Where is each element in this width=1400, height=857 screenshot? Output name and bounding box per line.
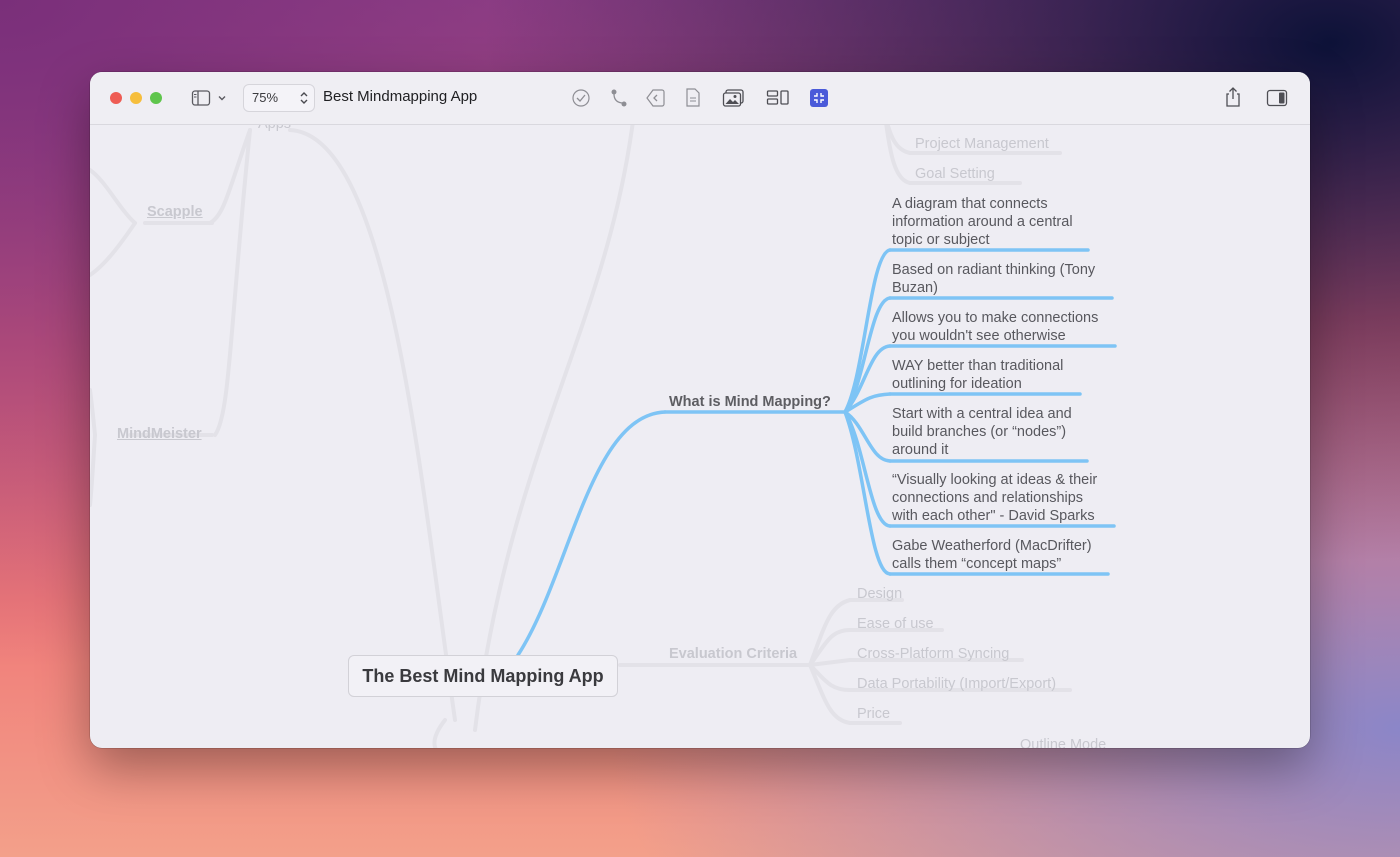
zoom-value[interactable]: 75% <box>252 90 278 105</box>
node-way-better[interactable]: WAY better than traditional outlining fo… <box>892 357 1063 393</box>
layout-icon[interactable] <box>766 88 790 108</box>
sidebar-icon[interactable] <box>191 89 211 107</box>
node-line: Gabe Weatherford (MacDrifter) <box>892 538 1092 554</box>
checkmark-icon[interactable] <box>571 88 591 108</box>
node-line: Buzan) <box>892 280 938 296</box>
node-data-portability[interactable]: Data Portability (Import/Export) <box>857 675 1056 693</box>
node-ease-of-use[interactable]: Ease of use <box>857 615 934 633</box>
collapse-icon[interactable] <box>809 88 829 108</box>
node-scapple[interactable]: Scapple <box>147 203 203 221</box>
node-line: “Visually looking at ideas & their <box>892 472 1098 488</box>
node-design[interactable]: Design <box>857 585 902 603</box>
inspector-icon[interactable] <box>1266 88 1288 108</box>
node-line: around it <box>892 442 949 458</box>
share-icon[interactable] <box>1223 85 1243 109</box>
node-connections[interactable]: Allows you to make connections you would… <box>892 309 1098 345</box>
document-title: Best Mindmapping App <box>323 88 478 105</box>
note-icon[interactable] <box>684 87 702 109</box>
app-window: 75% Best Mindmapping App Scapple MindMei… <box>90 72 1310 748</box>
minimize-window-button[interactable] <box>130 92 142 104</box>
node-line: calls them “concept maps” <box>892 556 1062 572</box>
image-icon[interactable] <box>722 87 746 109</box>
node-evaluation-criteria[interactable]: Evaluation Criteria <box>669 645 797 663</box>
node-project-management[interactable]: Project Management <box>915 135 1049 153</box>
node-concept-maps[interactable]: Gabe Weatherford (MacDrifter) calls them… <box>892 537 1092 573</box>
node-line: you wouldn't see otherwise <box>892 328 1066 344</box>
close-window-button[interactable] <box>110 92 122 104</box>
zoom-control[interactable]: 75% <box>243 84 315 112</box>
node-apps[interactable]: Apps <box>258 125 291 133</box>
node-line: connections and relationships <box>892 490 1084 506</box>
node-line: WAY better than traditional <box>892 358 1064 374</box>
zoom-window-button[interactable] <box>150 92 162 104</box>
node-line: with each other" - David Sparks <box>892 508 1095 524</box>
node-line: outlining for ideation <box>892 376 1022 392</box>
node-outline-mode[interactable]: Outline Mode <box>1020 736 1106 748</box>
node-diagram[interactable]: A diagram that connects information arou… <box>892 195 1073 249</box>
node-line: topic or subject <box>892 232 990 248</box>
node-line: build branches (or “nodes”) <box>892 424 1067 440</box>
node-radiant-thinking[interactable]: Based on radiant thinking (Tony Buzan) <box>892 261 1095 297</box>
focus-icon[interactable] <box>645 87 667 109</box>
node-what-is-mind-mapping[interactable]: What is Mind Mapping? <box>669 393 831 411</box>
stepper-icon[interactable] <box>299 90 309 106</box>
node-line: Based on radiant thinking (Tony <box>892 262 1096 278</box>
node-david-sparks-quote[interactable]: “Visually looking at ideas & their conne… <box>892 471 1097 525</box>
node-mindmeister[interactable]: MindMeister <box>117 425 202 443</box>
central-topic-node[interactable]: The Best Mind Mapping App <box>348 655 618 697</box>
mind-map-canvas[interactable]: Apps Scapple MindMeister Project Managem… <box>90 125 1310 748</box>
title-bar: 75% Best Mindmapping App <box>90 72 1310 125</box>
chevron-down-icon[interactable] <box>217 93 227 103</box>
node-line: information around a central <box>892 214 1073 230</box>
node-cross-platform-syncing[interactable]: Cross-Platform Syncing <box>857 645 1009 663</box>
node-line: A diagram that connects <box>892 196 1048 212</box>
connect-icon[interactable] <box>609 88 629 108</box>
node-line: Allows you to make connections <box>892 310 1099 326</box>
node-line: Start with a central idea and <box>892 406 1072 422</box>
node-goal-setting[interactable]: Goal Setting <box>915 165 995 183</box>
node-price[interactable]: Price <box>857 705 890 723</box>
node-central-idea[interactable]: Start with a central idea and build bran… <box>892 405 1072 459</box>
